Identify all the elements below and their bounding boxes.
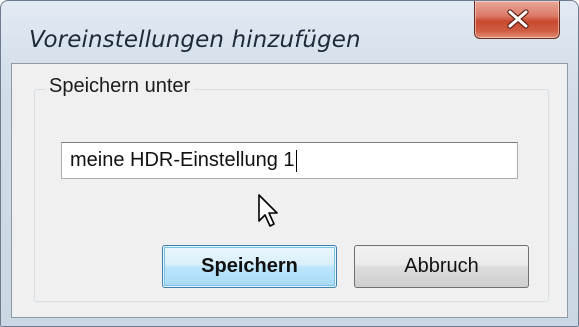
text-caret xyxy=(295,149,297,172)
close-button[interactable] xyxy=(474,1,560,39)
save-as-groupbox: Speichern unter meine HDR-Einstellung 1 … xyxy=(34,75,549,302)
cancel-button[interactable]: Abbruch xyxy=(354,245,529,288)
dialog-window: Voreinstellungen hinzufügen Speichern un… xyxy=(0,0,579,327)
preset-name-input[interactable]: meine HDR-Einstellung 1 xyxy=(61,142,518,179)
close-icon xyxy=(507,9,529,29)
mouse-pointer-icon xyxy=(258,194,278,227)
preset-name-value: meine HDR-Einstellung 1 xyxy=(70,149,295,171)
window-title: Voreinstellungen hinzufügen xyxy=(29,27,361,53)
dialog-content: Speichern unter meine HDR-Einstellung 1 … xyxy=(11,63,568,318)
save-as-label: Speichern unter xyxy=(45,75,195,98)
save-button[interactable]: Speichern xyxy=(162,245,337,288)
cancel-button-label: Abbruch xyxy=(404,255,479,277)
title-bar[interactable]: Voreinstellungen hinzufügen xyxy=(1,1,578,63)
save-button-label: Speichern xyxy=(201,255,298,277)
